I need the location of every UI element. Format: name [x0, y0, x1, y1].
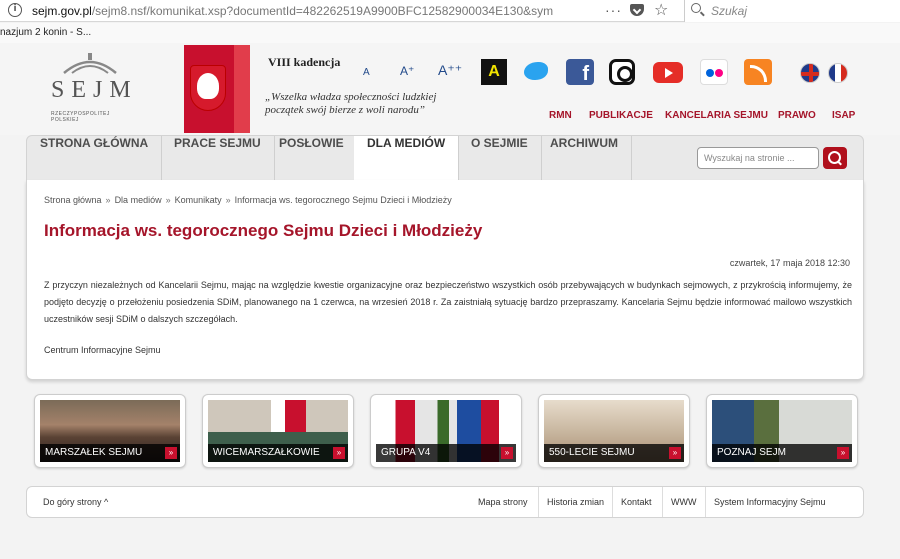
breadcrumb-home[interactable]: Strona główna: [44, 195, 102, 205]
motto-line-1: „Wszelka władza społeczności ludzkiej: [265, 91, 437, 103]
term-label[interactable]: VIII kadencja: [268, 55, 340, 70]
site-info-icon[interactable]: i: [8, 3, 22, 17]
dome-icon: [63, 53, 117, 74]
bookmark-star-icon[interactable]: ☆: [654, 0, 668, 20]
french-flag-icon[interactable]: [828, 63, 848, 83]
footer-link-historia[interactable]: Historia zmian: [538, 487, 612, 517]
tile-marszalek[interactable]: MARSZAŁEK SEJMU »: [34, 394, 186, 468]
tile-label: POZNAJ SEJM: [717, 447, 786, 458]
tile-label: MARSZAŁEK SEJMU: [45, 447, 143, 458]
tile-label: WICEMARSZAŁKOWIE: [213, 447, 320, 458]
breadcrumb-separator: »: [105, 195, 111, 205]
footer-link-www[interactable]: WWW: [662, 487, 704, 517]
more-actions-icon[interactable]: ···: [605, 2, 622, 18]
breadcrumb: Strona główna» Dla mediów» Komunikaty» Info…: [44, 195, 452, 205]
search-icon: [691, 3, 701, 13]
site-search-button[interactable]: [823, 147, 847, 169]
breadcrumb-dla-mediow[interactable]: Dla mediów: [115, 195, 162, 205]
high-contrast-button[interactable]: A: [481, 59, 507, 85]
arrow-right-icon: »: [333, 447, 345, 459]
logo-text: SEJM: [51, 77, 138, 103]
toplink-prawo[interactable]: PRAWO: [778, 110, 816, 121]
footer-link-system[interactable]: System Informacyjny Sejmu: [705, 487, 834, 517]
toplink-isap[interactable]: ISAP: [832, 110, 855, 121]
pocket-icon[interactable]: [630, 4, 644, 16]
instagram-icon[interactable]: [609, 59, 635, 85]
nav-o-sejmie[interactable]: O SEJMIE: [458, 136, 542, 182]
breadcrumb-komunikaty[interactable]: Komunikaty: [175, 195, 222, 205]
footer-link-kontakt[interactable]: Kontakt: [612, 487, 660, 517]
tile-poznaj-sejm[interactable]: POZNAJ SEJM »: [706, 394, 858, 468]
browser-search-placeholder: Szukaj: [711, 4, 748, 18]
tile-caption: POZNAJ SEJM »: [712, 444, 852, 462]
browser-search-field[interactable]: Szukaj: [684, 0, 900, 22]
arrow-right-icon: »: [669, 447, 681, 459]
back-to-top-link[interactable]: Do góry strony ^: [43, 497, 108, 507]
polish-eagle-banner: [184, 45, 250, 133]
tile-550-lecie[interactable]: 550-LECIE SEJMU »: [538, 394, 690, 468]
arrow-right-icon: »: [165, 447, 177, 459]
tile-caption: MARSZAŁEK SEJMU »: [40, 444, 180, 462]
facebook-icon[interactable]: f: [566, 59, 594, 85]
twitter-icon[interactable]: [523, 59, 551, 85]
toplink-publikacje[interactable]: PUBLIKACJE: [589, 110, 653, 121]
nav-strona-glowna[interactable]: STRONA GŁÓWNA: [27, 136, 163, 182]
article-body: Z przyczyn niezależnych od Kancelarii Se…: [44, 280, 852, 324]
url-domain: sejm.gov.pl: [32, 4, 92, 18]
url-text[interactable]: sejm.gov.pl/sejm8.nsf/komunikat.xsp?docu…: [32, 4, 577, 18]
breadcrumb-separator: »: [225, 195, 231, 205]
tile-caption: 550-LECIE SEJMU »: [544, 444, 684, 462]
font-size-medium-button[interactable]: A⁺: [400, 64, 414, 78]
site-header: SEJM RZECZYPOSPOLITEJ POLSKIEJ VIII kade…: [0, 43, 900, 135]
main-nav: STRONA GŁÓWNA PRACE SEJMU POSŁOWIE DLA M…: [26, 135, 864, 182]
arrow-right-icon: »: [837, 447, 849, 459]
motto-line-2: początek swój bierze z woli narodu”: [265, 104, 426, 116]
bookmarks-bar: nazjum 2 konin - S...: [0, 23, 900, 43]
english-flag-icon[interactable]: [800, 63, 820, 83]
youtube-icon[interactable]: [653, 62, 683, 83]
url-path: /sejm8.nsf/komunikat.xsp?documentId=4822…: [91, 4, 554, 18]
tile-caption: WICEMARSZAŁKOWIE »: [208, 444, 348, 462]
article-panel: Strona główna» Dla mediów» Komunikaty» Info…: [26, 180, 864, 380]
font-size-small-button[interactable]: A: [363, 67, 370, 78]
page-title: Informacja ws. tegorocznego Sejmu Dzieci…: [44, 221, 483, 240]
banner-stripe: [234, 45, 250, 133]
sejm-logo[interactable]: SEJM RZECZYPOSPOLITEJ POLSKIEJ: [46, 53, 136, 123]
footer-link-mapa[interactable]: Mapa strony: [470, 487, 536, 517]
tile-wicemarszalkowie[interactable]: WICEMARSZAŁKOWIE »: [202, 394, 354, 468]
arrow-right-icon: »: [501, 447, 513, 459]
toplink-rmn[interactable]: RMN: [549, 110, 572, 121]
nav-poslowie[interactable]: POSŁOWIE: [266, 136, 358, 182]
tile-grupa-v4[interactable]: GRUPA V4 »: [370, 394, 522, 468]
tile-label: 550-LECIE SEJMU: [549, 447, 635, 458]
white-eagle-icon: [197, 73, 219, 99]
article-date: czwartek, 17 maja 2018 12:30: [729, 258, 850, 268]
motto: „Wszelka władza społeczności ludzkiej po…: [265, 91, 436, 117]
tile-caption: GRUPA V4 »: [376, 444, 516, 462]
site-search-input[interactable]: Wyszukaj na stronie ...: [697, 147, 819, 169]
nav-prace-sejmu[interactable]: PRACE SEJMU: [161, 136, 275, 182]
footer: Do góry strony ^ Mapa strony Historia zm…: [26, 486, 864, 518]
font-size-large-button[interactable]: A⁺⁺: [438, 62, 462, 79]
logo-subtitle: RZECZYPOSPOLITEJ POLSKIEJ: [51, 111, 110, 123]
tile-label: GRUPA V4: [381, 447, 431, 458]
nav-archiwum[interactable]: ARCHIWUM: [537, 136, 632, 182]
rss-icon[interactable]: [744, 59, 772, 85]
bookmark-item[interactable]: nazjum 2 konin - S...: [0, 27, 91, 38]
toplink-kancelaria[interactable]: KANCELARIA SEJMU: [665, 110, 768, 121]
breadcrumb-current: Informacja ws. tegorocznego Sejmu Dzieci…: [234, 195, 452, 205]
nav-dla-mediow[interactable]: DLA MEDIÓW: [354, 136, 460, 182]
flickr-icon[interactable]: [700, 59, 728, 85]
breadcrumb-separator: »: [165, 195, 171, 205]
article-signature: Centrum Informacyjne Sejmu: [44, 345, 161, 355]
